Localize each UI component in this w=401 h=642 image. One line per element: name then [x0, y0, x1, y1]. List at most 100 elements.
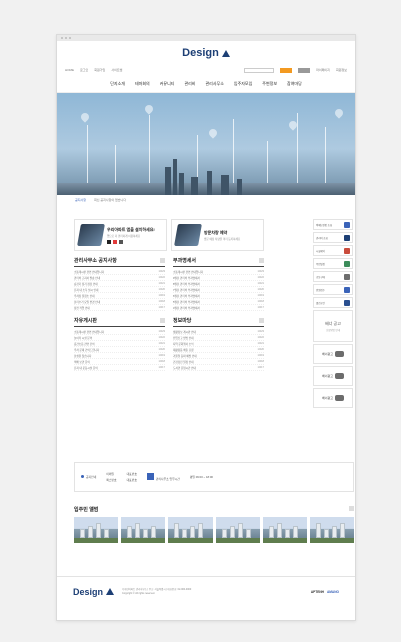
nav-item[interactable]: 주변정보 [262, 81, 277, 87]
album-greenery [74, 538, 119, 543]
row-title: 놀이터 시설 문의 [74, 336, 93, 340]
board-grid: 관리사무소 공지사항 소통게시판 관련 안내입니다 10/23 관리비 고지서 발송 … [74, 257, 264, 371]
apartment-building [229, 526, 235, 538]
app-store-icon[interactable] [113, 239, 117, 244]
location-pin-icon [79, 111, 91, 123]
apartment-building [237, 523, 243, 538]
apartment-building [339, 523, 345, 538]
row-date: 10/20 [158, 348, 166, 351]
util-link[interactable]: 사이트맵 [111, 68, 122, 72]
board-row[interactable]: 정전 작업 안내 10/17 [74, 305, 165, 311]
more-button[interactable] [160, 318, 165, 323]
apartment-building [127, 526, 133, 538]
resident-album: 입주민 앨범 [74, 506, 355, 543]
apple-icon[interactable] [119, 239, 123, 244]
search-button[interactable] [280, 67, 293, 73]
row-date: 10/21 [158, 282, 166, 285]
util-link[interactable]: 마이페이지 [316, 68, 330, 72]
album-thumbs [74, 517, 355, 543]
logo-triangle-icon [106, 588, 115, 595]
info-label: 공지안내 [86, 475, 97, 479]
board-heading: 자유게시판 [74, 317, 165, 327]
album-thumbnail[interactable] [121, 517, 166, 543]
row-title: 7월분 관리비 부과명세서 [173, 288, 200, 292]
board-title[interactable]: 자유게시판 [74, 317, 97, 324]
footer-logo[interactable]: Design [73, 586, 115, 597]
side-ad-banner[interactable]: 배너광고 [313, 366, 353, 386]
board-row[interactable]: 단지 내 운동시설 문의 10/17 [74, 365, 165, 371]
footer: Design 디자인아파트 관리사무소 | 주소: 서울특별시 | 대표번호: … [57, 576, 355, 606]
window-dot [61, 37, 63, 39]
side-item-label: 열린공간 [316, 301, 325, 305]
row-date: 10/20 [257, 288, 265, 291]
more-button[interactable] [259, 318, 264, 323]
side-ad-banner[interactable]: 배너광고 [313, 344, 353, 364]
util-link[interactable]: 로그인 [80, 68, 88, 72]
side-menu-item[interactable]: 관리비 조회 [313, 232, 353, 243]
search-input[interactable] [244, 67, 275, 73]
nav-item[interactable]: 커뮤니티 [160, 81, 175, 87]
google-play-icon[interactable] [107, 239, 111, 244]
nav-item[interactable]: 관리사무소 [205, 81, 223, 87]
album-thumbnail[interactable] [215, 517, 260, 543]
main-content: 우리아파트 앱을 설치하세요! 앱으로 더 편리하게 이용하세요 방문차량 예약… [74, 219, 264, 371]
row-date: 10/19 [158, 294, 166, 297]
apartment-building [174, 523, 180, 538]
banner-subtitle: 신청방법 안내 [326, 328, 340, 332]
util-link[interactable]: HOME [65, 68, 74, 72]
board-row[interactable]: 도서관 운영시간 안내 10/17 [173, 365, 264, 371]
album-thumbnail[interactable] [262, 517, 307, 543]
nav-item[interactable]: 참여마당 [287, 81, 302, 87]
logo-text: Design [73, 586, 104, 597]
row-title: 분실물 찾습니다 [74, 354, 92, 358]
row-date: 10/18 [158, 300, 166, 303]
board-title[interactable]: 정보마당 [173, 317, 191, 324]
logo-triangle-icon [221, 49, 230, 57]
nav-item[interactable]: 관리비 [184, 81, 195, 87]
site-logo[interactable]: Design [182, 47, 230, 59]
promo-title: 방문차량 예약 [204, 229, 228, 235]
side-menu-item[interactable]: 열린공간 [313, 297, 353, 308]
more-button[interactable] [160, 258, 165, 263]
nav-item[interactable]: 단지소개 [110, 81, 125, 87]
side-menu-item[interactable]: 시설예약 [313, 245, 353, 256]
more-button[interactable] [349, 506, 354, 511]
nav-item[interactable]: 입주자모임 [234, 81, 252, 87]
app-install-promo[interactable]: 우리아파트 앱을 설치하세요! 앱으로 더 편리하게 이용하세요 [74, 219, 167, 251]
more-button[interactable] [259, 258, 264, 263]
side-ad-banner[interactable]: 배너광고 [313, 388, 353, 408]
side-item-icon [344, 299, 350, 306]
partner-logo[interactable]: APTENH [311, 590, 324, 594]
footer-line: Copyright © All rights reserved. [122, 591, 156, 595]
album-thumbnail[interactable] [168, 517, 213, 543]
location-pin-icon [207, 127, 219, 139]
hero-building [237, 179, 242, 195]
row-date: 10/21 [257, 342, 265, 345]
row-title: 분리수거 요일 변경 안내 [74, 300, 101, 304]
side-menu-item[interactable]: 민원접수 [313, 284, 353, 295]
promo-subtitle: 앱으로 더 편리하게 이용하세요 [107, 234, 141, 238]
login-button[interactable] [298, 67, 311, 73]
side-menu-item[interactable]: 주민일정 [313, 258, 353, 269]
side-menu-item[interactable]: 공동구매 [313, 271, 353, 282]
notice-ticker[interactable]: 공지사항 최신 공지사항이 없습니다 [57, 195, 355, 205]
util-link[interactable]: 회원정보 [336, 68, 347, 72]
utility-bar: HOME 로그인 회원가입 사이트맵 마이페이지 회원정보 [57, 65, 355, 75]
apartment-building [221, 529, 227, 538]
util-link[interactable]: 회원가입 [94, 68, 105, 72]
board-row[interactable]: 4월분 관리비 부과명세서 10/17 [173, 305, 264, 311]
album-thumbnail[interactable] [309, 517, 355, 543]
visitor-parking-promo[interactable]: 방문차량 예약 방문 예정 차량을 미리 등록하세요 [171, 219, 264, 251]
store-icons [107, 239, 155, 244]
row-title: 생활정보 게시판 안내 [173, 330, 196, 334]
nav-item[interactable]: 테마회의 [135, 81, 150, 87]
board-title[interactable]: 부과명세서 [173, 257, 196, 264]
album-thumbnail[interactable] [74, 517, 119, 543]
side-item-label: 택배보관함 조회 [316, 223, 333, 227]
side-banner[interactable]: 배너 공고 신청방법 안내 [313, 310, 353, 342]
album-greenery [309, 538, 355, 543]
board-title[interactable]: 관리사무소 공지사항 [74, 257, 117, 264]
side-menu-item[interactable]: 택배보관함 조회 [313, 219, 353, 230]
partner-logo[interactable]: AMANO [327, 590, 339, 594]
schedule[interactable]: 관리사무소 업무시간 [146, 473, 180, 481]
